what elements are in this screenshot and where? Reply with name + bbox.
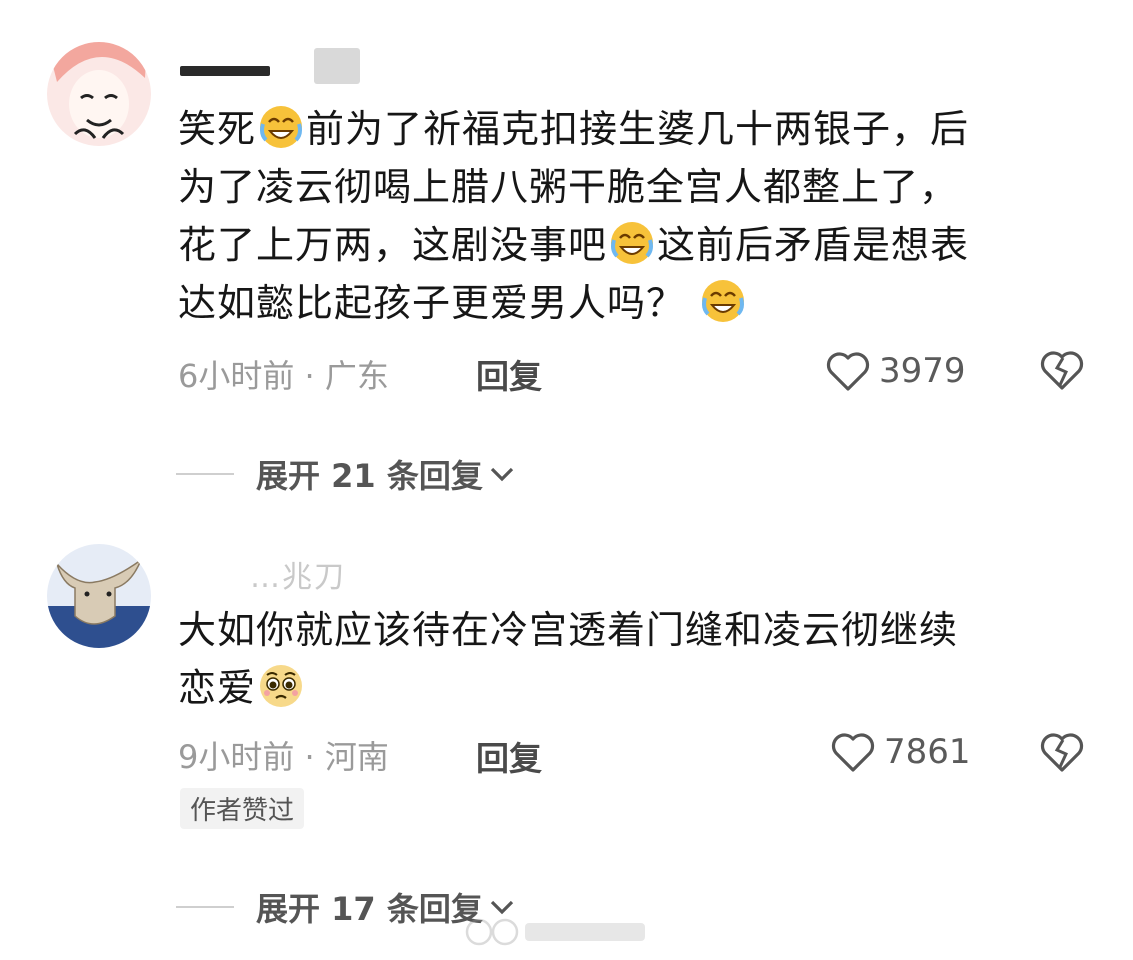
avatar[interactable] — [47, 544, 151, 648]
like-count: 3979 — [879, 351, 966, 391]
pleading-emoji-icon — [258, 663, 304, 709]
comment-line: 花了上万两，这剧没事吧 这前后矛盾是想表 — [178, 216, 1083, 274]
comment-line: 大如你就应该待在冷宫透着门缝和凌云彻继续 — [178, 608, 959, 652]
dislike-button[interactable] — [1039, 349, 1085, 395]
comment-line: 为了凌云彻喝上腊八粥干脆全宫人都整上了， — [178, 165, 959, 209]
meta-separator: · — [294, 738, 325, 776]
chevron-down-icon — [490, 900, 513, 915]
chevron-down-icon — [490, 467, 513, 482]
broken-heart-icon — [1040, 733, 1084, 772]
laughing-crying-emoji-icon — [258, 104, 304, 150]
avatar[interactable] — [47, 42, 151, 146]
divider-line — [176, 906, 234, 908]
watermark-logo — [465, 915, 650, 949]
expand-replies-label: 展开 21 条回复 — [256, 457, 483, 495]
like-count: 7861 — [884, 732, 971, 772]
expand-replies-button[interactable]: 展开 17 条回复 — [176, 884, 515, 930]
comment-meta: 9小时前 · 河南 — [178, 732, 389, 778]
heart-outline-icon — [831, 733, 875, 772]
expand-replies-label: 展开 17 条回复 — [256, 890, 483, 928]
meta-separator: · — [294, 357, 325, 395]
reply-button[interactable]: 回复 — [476, 732, 542, 780]
heart-outline-icon — [826, 352, 870, 391]
comment-time: 6小时前 — [178, 357, 295, 395]
like-button[interactable]: 3979 — [825, 350, 966, 392]
like-button[interactable]: 7861 — [830, 731, 971, 773]
laughing-crying-emoji-icon — [700, 278, 746, 324]
laughing-crying-emoji-icon — [609, 220, 655, 266]
author-name[interactable]: …兆刀 — [250, 552, 346, 596]
comment-line: 笑死 前为了祈福克扣接生婆几十两银子，后 — [178, 100, 1083, 158]
comment-line: 恋爱 — [178, 659, 1083, 717]
broken-heart-icon — [1040, 351, 1084, 390]
dislike-button[interactable] — [1039, 731, 1085, 777]
comment-line: 达如懿比起孩子更爱男人吗？ — [178, 274, 1083, 332]
expand-replies-button[interactable]: 展开 21 条回复 — [176, 451, 515, 497]
reply-button[interactable]: 回复 — [476, 350, 542, 398]
comment-location: 广东 — [324, 357, 389, 395]
comment-location: 河南 — [324, 738, 389, 776]
comment-text: 大如你就应该待在冷宫透着门缝和凌云彻继续 恋爱 — [178, 601, 1083, 717]
comment-meta: 6小时前 · 广东 — [178, 351, 389, 397]
author-liked-badge: 作者赞过 — [180, 788, 305, 829]
divider-line — [176, 473, 234, 475]
author-name-blur — [314, 48, 360, 84]
author-name-redacted[interactable] — [180, 66, 270, 76]
comment-time: 9小时前 — [178, 738, 295, 776]
comment-text: 笑死 前为了祈福克扣接生婆几十两银子，后 为了凌云彻喝上腊八粥干脆全宫人都整上了，… — [178, 100, 1083, 332]
